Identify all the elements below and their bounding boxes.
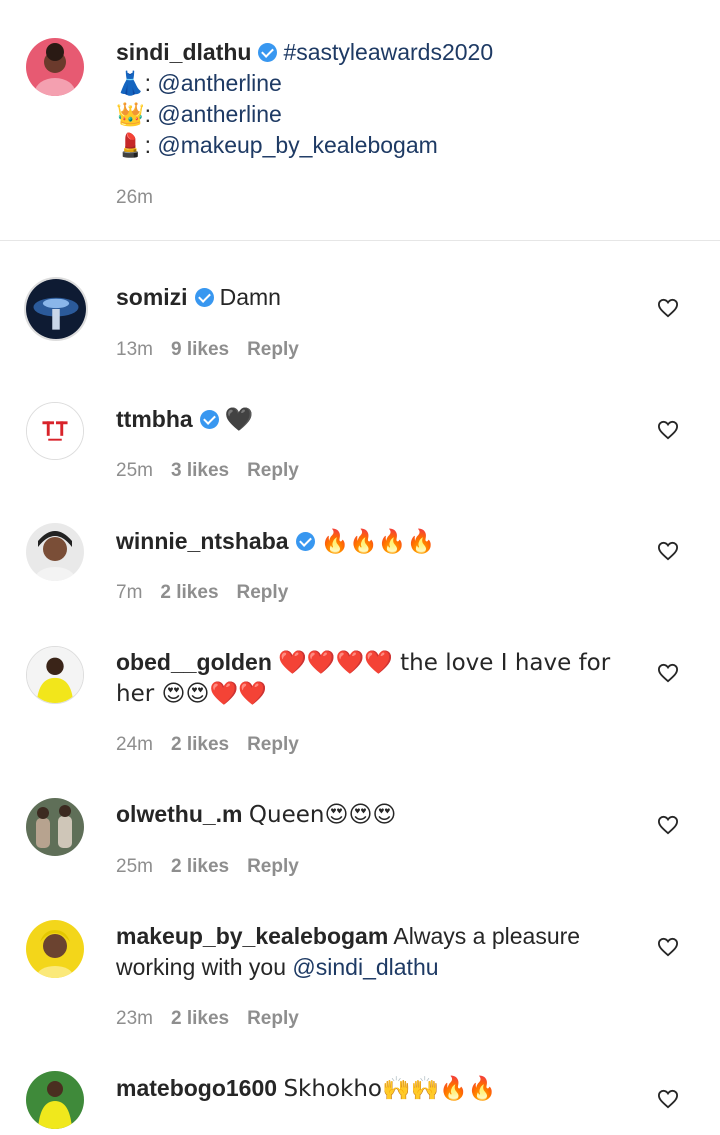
comment-username[interactable]: ttmbha bbox=[116, 406, 193, 432]
comment-time: 25m bbox=[116, 460, 153, 481]
reply-button[interactable]: Reply bbox=[247, 734, 299, 755]
hashtag-link[interactable]: #sastyleawards2020 bbox=[283, 39, 493, 65]
comment-text-line: olwethu_.m Queen😍😍😍 bbox=[116, 799, 396, 831]
logo-icon bbox=[27, 403, 83, 459]
comment-text-continued: her 😍😍❤️❤️ bbox=[116, 681, 267, 707]
profile-photo-icon bbox=[26, 920, 84, 978]
verified-badge-icon bbox=[258, 43, 278, 62]
mention-link[interactable]: @antherline bbox=[157, 101, 281, 127]
comment-likes[interactable]: 3 likes bbox=[171, 460, 229, 481]
profile-photo-icon bbox=[26, 279, 86, 339]
reply-button[interactable]: Reply bbox=[247, 339, 299, 360]
caption-credit-dress: 👗: @antherline bbox=[116, 70, 282, 97]
comment-username[interactable]: makeup_by_kealebogam bbox=[116, 923, 388, 949]
caption-divider bbox=[0, 240, 720, 241]
comment-text: Skhokho🙌🙌🔥🔥 bbox=[283, 1076, 497, 1102]
mention-link[interactable]: @sindi_dlathu bbox=[292, 954, 438, 980]
like-heart-icon[interactable] bbox=[657, 1089, 679, 1111]
profile-photo-icon bbox=[26, 1071, 84, 1129]
comment-text-line: matebogo1600 Skhokho🙌🙌🔥🔥 bbox=[116, 1073, 497, 1105]
verified-badge-icon bbox=[295, 532, 315, 551]
caption-username[interactable]: sindi_dlathu bbox=[116, 39, 251, 65]
comment-text-line: somizi Damn bbox=[116, 282, 281, 313]
comment-username[interactable]: matebogo1600 bbox=[116, 1075, 277, 1101]
comment-username[interactable]: olwethu_.m bbox=[116, 801, 243, 827]
comment-meta: 25m 2 likes Reply bbox=[116, 856, 317, 878]
comment-text: 🔥🔥🔥🔥 bbox=[320, 529, 436, 555]
profile-photo-icon bbox=[26, 523, 84, 581]
comment-likes[interactable]: 2 likes bbox=[171, 1008, 229, 1029]
comment-text-line: winnie_ntshaba 🔥🔥🔥🔥 bbox=[116, 526, 435, 558]
crown-emoji-icon: 👑 bbox=[116, 102, 145, 128]
post-caption: sindi_dlathu #sastyleawards2020 👗: @anthe… bbox=[0, 0, 720, 240]
caption-credit-lipstick: 💄: @makeup_by_kealebogam bbox=[116, 132, 438, 159]
avatar-matebogo1600[interactable] bbox=[26, 1071, 84, 1129]
profile-photo-icon bbox=[26, 38, 84, 96]
comment-likes[interactable]: 2 likes bbox=[160, 582, 218, 603]
reply-button[interactable]: Reply bbox=[247, 1008, 299, 1029]
mention-link[interactable]: @antherline bbox=[157, 70, 281, 96]
avatar-sindi-dlathu[interactable] bbox=[26, 38, 84, 96]
comment-username[interactable]: winnie_ntshaba bbox=[116, 528, 289, 554]
comment-meta: 7m 2 likes Reply bbox=[116, 582, 306, 604]
avatar-obed-golden[interactable] bbox=[26, 646, 84, 704]
avatar-ttmbha[interactable] bbox=[26, 402, 84, 460]
comment-meta: 24m 2 likes Reply bbox=[116, 734, 317, 756]
comment-time: 25m bbox=[116, 856, 153, 877]
like-heart-icon[interactable] bbox=[657, 420, 679, 442]
caption-credit-crown: 👑: @antherline bbox=[116, 101, 282, 128]
comment-text-line: makeup_by_kealebogam Always a pleasure bbox=[116, 921, 580, 952]
like-heart-icon[interactable] bbox=[657, 815, 679, 837]
comment-text: 🖤 bbox=[224, 407, 254, 433]
avatar-olwethu-m[interactable] bbox=[26, 798, 84, 856]
avatar-makeup-by-kealebogam[interactable] bbox=[26, 920, 84, 978]
verified-badge-icon bbox=[194, 288, 214, 307]
comment-text-line-2: working with you @sindi_dlathu bbox=[116, 952, 439, 983]
comment-time: 23m bbox=[116, 1008, 153, 1029]
comment-username[interactable]: somizi bbox=[116, 284, 188, 310]
reply-button[interactable]: Reply bbox=[237, 582, 289, 603]
comment-text-line: ttmbha 🖤 bbox=[116, 404, 253, 436]
comment-meta: 23m 2 likes Reply bbox=[116, 1008, 317, 1030]
comment-text-line: obed__golden ❤️❤️❤️❤️ the love I have fo… bbox=[116, 647, 610, 679]
comment-text: Damn bbox=[219, 284, 281, 310]
like-heart-icon[interactable] bbox=[657, 937, 679, 959]
comment-meta: 13m 9 likes Reply bbox=[116, 339, 317, 361]
mention-link[interactable]: @makeup_by_kealebogam bbox=[157, 132, 437, 158]
caption-timestamp: 26m bbox=[116, 187, 153, 208]
comment-likes[interactable]: 9 likes bbox=[171, 339, 229, 360]
comment-text: Queen😍😍😍 bbox=[248, 802, 397, 828]
comment-username[interactable]: obed__golden bbox=[116, 649, 272, 675]
dress-emoji-icon: 👗 bbox=[116, 71, 145, 97]
comment-text-continued: working with you bbox=[116, 954, 293, 980]
profile-photo-icon bbox=[27, 647, 83, 703]
lipstick-emoji-icon: 💄 bbox=[116, 133, 145, 159]
avatar-winnie-ntshaba[interactable] bbox=[26, 523, 84, 581]
profile-photo-icon bbox=[26, 798, 84, 856]
comment-text-line-2: her 😍😍❤️❤️ bbox=[116, 678, 267, 710]
like-heart-icon[interactable] bbox=[657, 298, 679, 320]
reply-button[interactable]: Reply bbox=[247, 856, 299, 877]
comment-time: 7m bbox=[116, 582, 143, 603]
comment-meta: 25m 3 likes Reply bbox=[116, 460, 317, 482]
reply-button[interactable]: Reply bbox=[247, 460, 299, 481]
comment-time: 24m bbox=[116, 734, 153, 755]
like-heart-icon[interactable] bbox=[657, 663, 679, 685]
comment-likes[interactable]: 2 likes bbox=[171, 734, 229, 755]
comment-text: Always a pleasure bbox=[393, 923, 581, 949]
like-heart-icon[interactable] bbox=[657, 541, 679, 563]
comment-likes[interactable]: 2 likes bbox=[171, 856, 229, 877]
comment-time: 13m bbox=[116, 339, 153, 360]
verified-badge-icon bbox=[199, 410, 219, 429]
caption-first-line: sindi_dlathu #sastyleawards2020 bbox=[116, 37, 493, 68]
comment-text: ❤️❤️❤️❤️ the love I have for bbox=[278, 650, 611, 676]
avatar-somizi[interactable] bbox=[24, 277, 88, 341]
